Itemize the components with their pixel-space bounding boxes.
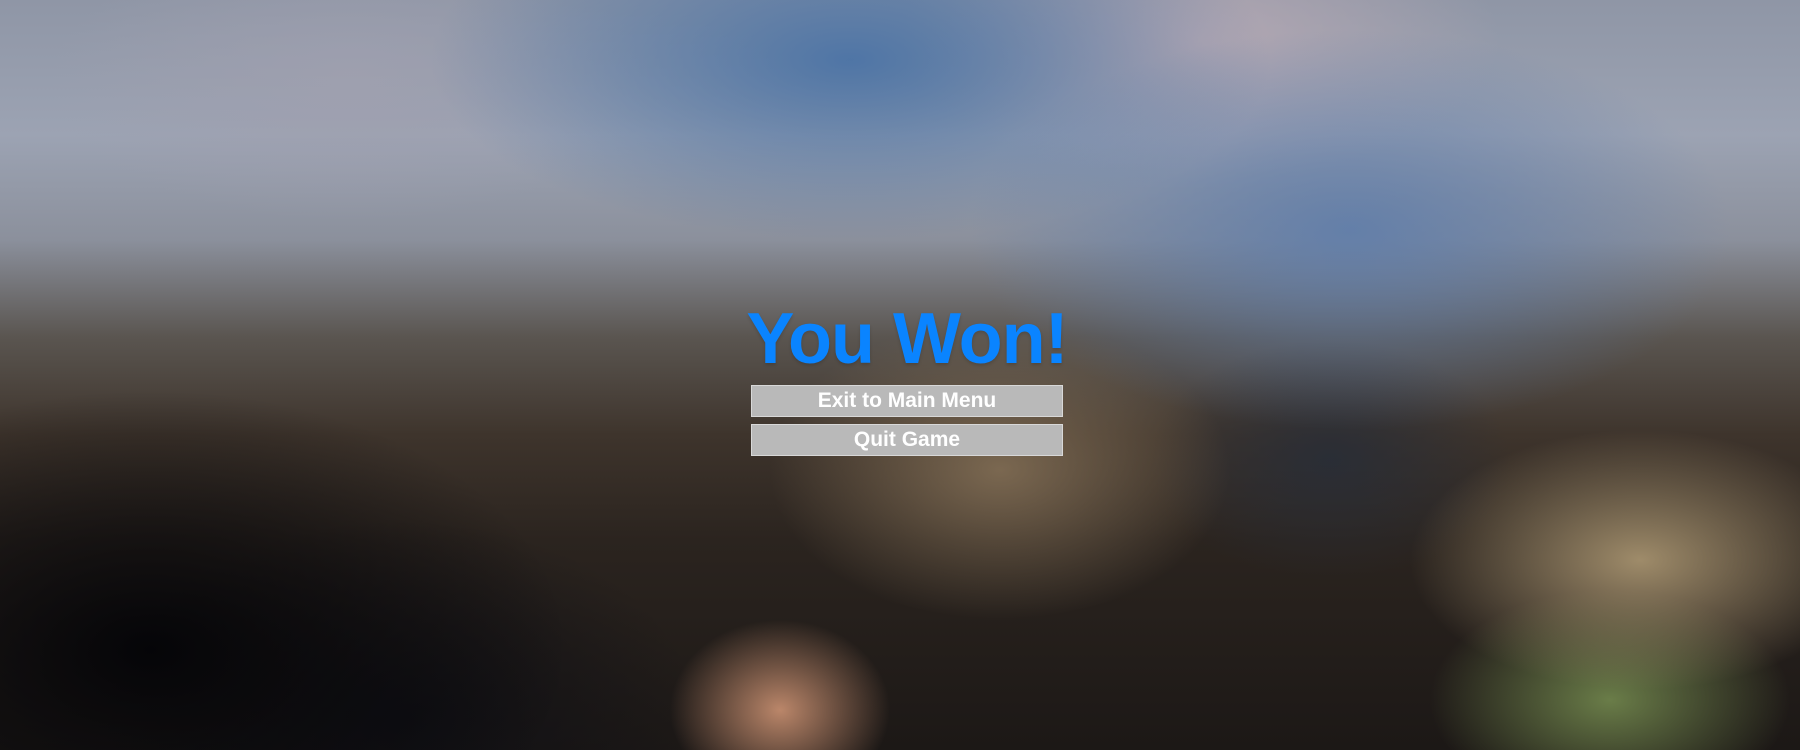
- exit-to-main-menu-button[interactable]: Exit to Main Menu: [751, 385, 1063, 417]
- quit-game-button[interactable]: Quit Game: [751, 424, 1063, 456]
- victory-screen: You Won! Exit to Main Menu Quit Game: [0, 0, 1800, 750]
- victory-title: You Won!: [746, 299, 1068, 379]
